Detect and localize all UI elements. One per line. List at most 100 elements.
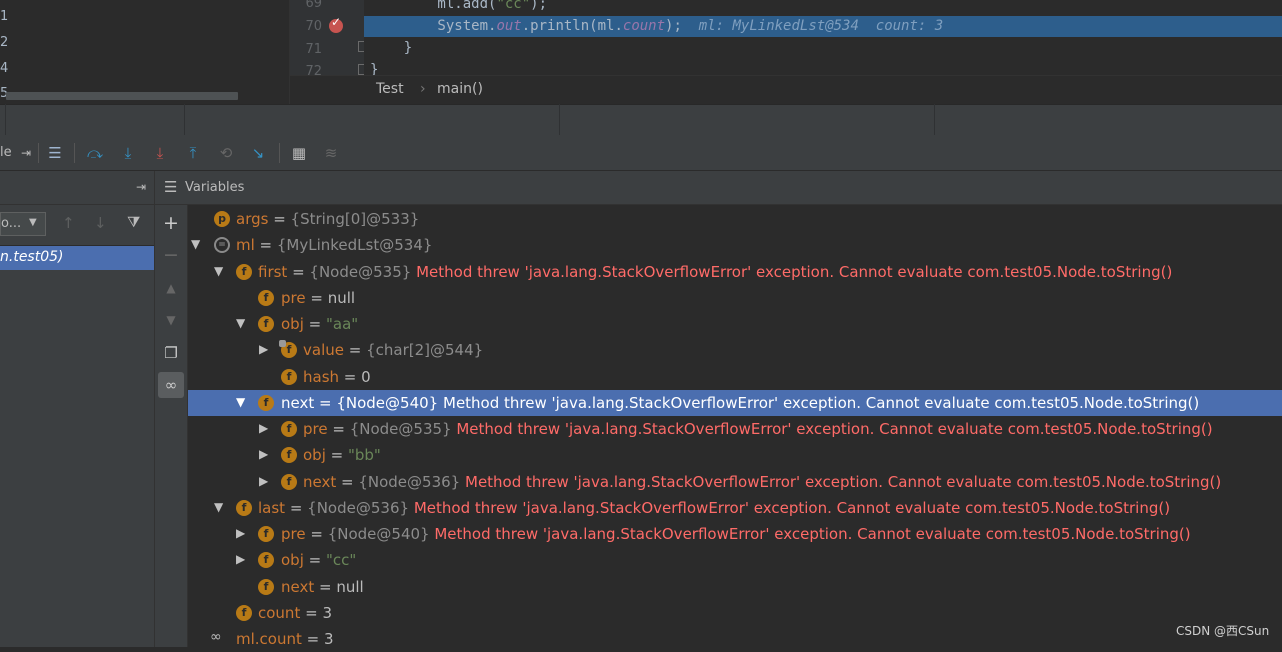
header-divider (934, 104, 935, 135)
project-line-number: 1 (0, 9, 9, 24)
restore-layout-icon[interactable]: ⇥ (136, 180, 146, 194)
filter-icon[interactable]: ⧩ (127, 213, 140, 231)
variable-row-pre[interactable]: ▶ f pre = {Node@535} Method threw 'java.… (188, 416, 1282, 442)
step-over-icon[interactable]: ⤼ (85, 143, 105, 163)
field-icon: f (281, 447, 297, 463)
project-horizontal-scrollbar[interactable] (6, 92, 238, 100)
line-number: 70 (305, 19, 322, 34)
force-step-into-icon[interactable]: ⤓ (150, 143, 170, 163)
debug-tab-header (0, 104, 1282, 137)
add-watch-icon[interactable]: + (158, 210, 184, 236)
variable-row-first[interactable]: ▼ f first = {Node@535} Method threw 'jav… (188, 259, 1282, 285)
move-down-icon[interactable]: ▼ (158, 307, 184, 333)
inline-debug-values: ml: MyLinkedLst@534 count: 3 (681, 18, 944, 34)
drop-frame-icon[interactable]: ⟲ (216, 143, 236, 163)
toolbar-separator (38, 143, 39, 163)
variable-row-next[interactable]: ▶ f next = {Node@536} Method threw 'java… (188, 469, 1282, 495)
toolbar-separator (74, 143, 75, 163)
thread-select[interactable]: o... ▼ (0, 212, 46, 236)
show-watches-icon[interactable]: ∞ (158, 372, 184, 398)
trace-stream-icon[interactable]: ≋ (321, 143, 341, 163)
field-icon: f (258, 290, 274, 306)
variable-row-pre[interactable]: f pre = null (188, 285, 1282, 311)
variables-sidebar (155, 205, 188, 647)
collapse-arrow-icon[interactable]: ▶ (236, 552, 245, 566)
step-out-icon[interactable]: ⤒ (183, 143, 203, 163)
field-icon: f (258, 552, 274, 568)
variable-row-next[interactable]: f next = null (188, 574, 1282, 600)
watch-glasses-icon: ∞ (210, 629, 222, 645)
field-icon: f (258, 316, 274, 332)
field-icon: f (258, 395, 274, 411)
line-number: 71 (305, 42, 322, 57)
local-variable-icon: = (214, 237, 230, 253)
variable-row-obj[interactable]: ▶ f obj = "bb" (188, 442, 1282, 468)
variable-row-obj[interactable]: ▶ f obj = "cc" (188, 547, 1282, 573)
variable-row-obj[interactable]: ▼ f obj = "aa" (188, 311, 1282, 337)
variables-header: ☰ Variables (155, 171, 1282, 205)
collapse-arrow-icon[interactable]: ▶ (259, 447, 268, 461)
remove-watch-icon[interactable]: − (158, 242, 184, 268)
move-up-icon[interactable]: ▲ (158, 275, 184, 301)
variables-list-icon: ☰ (164, 178, 178, 196)
variable-row-ml[interactable]: ▼ = ml = {MyLinkedLst@534} (188, 232, 1282, 258)
variable-row-count[interactable]: f count = 3 (188, 600, 1282, 626)
watermark: CSDN @西CSun (1176, 624, 1270, 638)
field-icon: f (258, 526, 274, 542)
header-divider (559, 104, 560, 135)
collapse-arrow-icon[interactable]: ▶ (259, 342, 268, 356)
evaluate-expression-icon[interactable]: ▦ (289, 143, 309, 163)
parameter-icon: p (214, 211, 230, 227)
field-icon: f (281, 474, 297, 490)
project-panel: 1 2 4 5 (0, 0, 290, 104)
breadcrumb-method[interactable]: main() (437, 81, 483, 97)
code-line-69: ml.add("cc"); (370, 0, 548, 12)
arrow-up-icon[interactable]: ↑ (62, 214, 75, 232)
field-icon: f (236, 500, 252, 516)
variables-title: Variables (185, 180, 245, 195)
field-icon: f (281, 421, 297, 437)
breadcrumb-separator-icon: › (420, 81, 426, 97)
breadcrumb-class[interactable]: Test (376, 81, 404, 97)
frames-list (0, 270, 155, 647)
field-icon: f (236, 264, 252, 280)
expand-arrow-icon[interactable]: ▼ (236, 316, 245, 330)
copy-icon[interactable]: ❐ (158, 340, 184, 366)
header-divider (5, 104, 6, 135)
variable-row-value[interactable]: ▶ f value = {char[2]@544} (188, 337, 1282, 363)
field-icon: f (258, 579, 274, 595)
frame-item-label: n.test05) (0, 249, 64, 265)
run-to-cursor-icon[interactable]: ↘ (248, 143, 268, 163)
watch-row-ml-count[interactable]: ∞ ml.count = 3 (188, 626, 1282, 652)
thread-select-value: o... (1, 216, 22, 231)
frame-item[interactable]: n.test05) (0, 246, 154, 270)
header-divider (184, 104, 185, 135)
expand-arrow-icon[interactable]: ▼ (214, 264, 223, 278)
expand-arrow-icon[interactable]: ▼ (191, 237, 200, 251)
frames-header (0, 171, 155, 205)
variable-row-pre[interactable]: ▶ f pre = {Node@540} Method threw 'java.… (188, 521, 1282, 547)
line-number: 69 (305, 0, 322, 11)
step-into-icon[interactable]: ⤓ (118, 143, 138, 163)
expand-arrow-icon[interactable]: ▼ (214, 500, 223, 514)
variable-row-args[interactable]: p args = {String[0]@533} (188, 206, 1282, 232)
collapse-arrow-icon[interactable]: ▶ (259, 474, 268, 488)
restore-layout-icon[interactable]: ⇥ (16, 143, 36, 163)
final-field-icon: f (279, 340, 297, 358)
collapse-arrow-icon[interactable]: ▶ (259, 421, 268, 435)
project-line-number: 4 (0, 61, 9, 76)
toolbar-tab-label[interactable]: le (0, 145, 12, 160)
variable-row-next-selected[interactable]: ▼ f next = {Node@540} Method threw 'java… (188, 390, 1282, 416)
field-icon: f (281, 369, 297, 385)
toolbar-separator (279, 143, 280, 163)
variable-row-hash[interactable]: f hash = 0 (188, 364, 1282, 390)
show-execution-point-icon[interactable]: ☰ (45, 143, 65, 163)
editor-gutter: 69 70 71 72 (290, 0, 364, 79)
collapse-arrow-icon[interactable]: ▶ (236, 526, 245, 540)
arrow-down-icon[interactable]: ↓ (94, 214, 107, 232)
code-line-70: System.out.println(ml.count); ml: MyLink… (370, 18, 944, 34)
variable-row-last[interactable]: ▼ f last = {Node@536} Method threw 'java… (188, 495, 1282, 521)
chevron-down-icon: ▼ (29, 217, 37, 228)
expand-arrow-icon[interactable]: ▼ (236, 395, 245, 409)
code-line-71: } (370, 40, 413, 56)
